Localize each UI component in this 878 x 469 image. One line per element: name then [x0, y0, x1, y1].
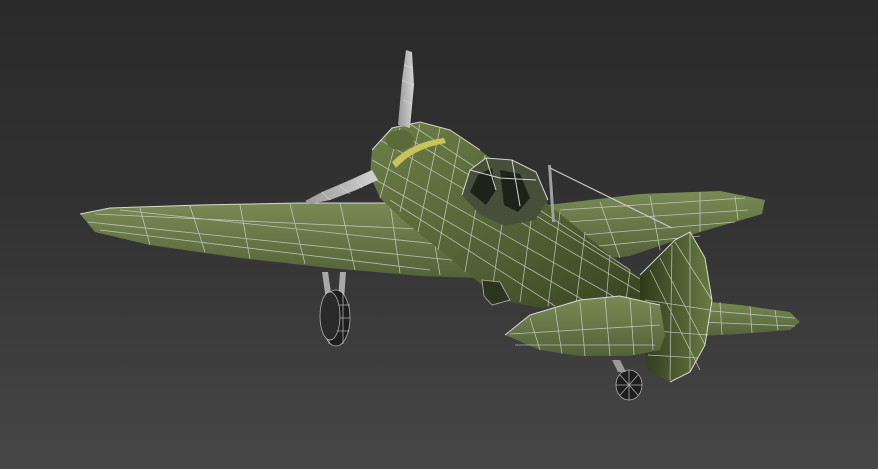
- tail-wheel: [612, 360, 643, 401]
- aircraft-model: [79, 50, 800, 401]
- main-landing-gear-left: [319, 272, 351, 347]
- 3d-viewport[interactable]: [0, 0, 878, 469]
